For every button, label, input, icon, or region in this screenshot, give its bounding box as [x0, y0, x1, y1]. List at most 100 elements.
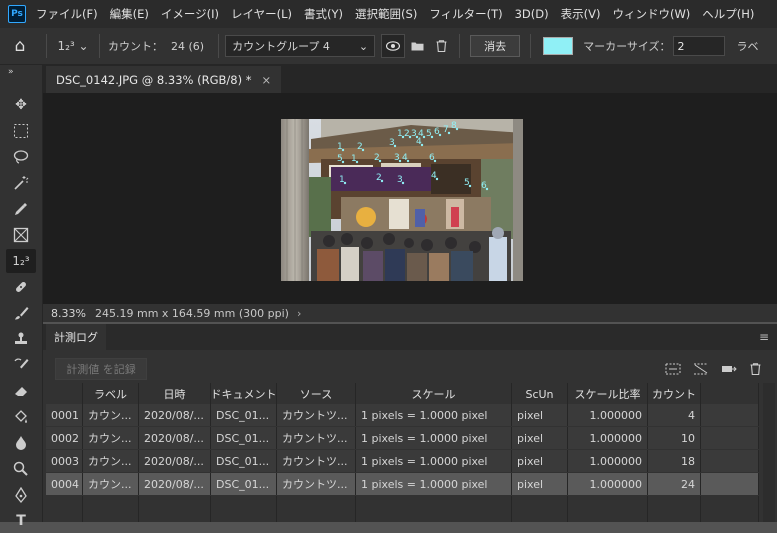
column-header-source[interactable]: ソース — [277, 383, 356, 405]
table-empty-area — [46, 496, 759, 522]
chevron-right-icon[interactable]: › — [297, 307, 301, 320]
menu-file[interactable]: ファイル(F) — [36, 6, 98, 22]
document-tab[interactable]: DSC_0142.JPG @ 8.33% (RGB/8) * × — [46, 66, 282, 93]
clear-button[interactable]: 消去 — [470, 35, 521, 57]
pen-tool-icon[interactable] — [6, 483, 36, 507]
select-all-measurements-icon[interactable] — [663, 360, 683, 378]
menu-image[interactable]: イメージ(I) — [161, 6, 219, 22]
count-marker-label: 5 — [464, 178, 470, 188]
column-header-scale-ratio[interactable]: スケール比率 — [568, 383, 648, 405]
marker-color-swatch[interactable] — [543, 37, 574, 55]
count-marker-label: 4 — [416, 137, 422, 147]
row-document: DSC_01... — [211, 404, 277, 426]
menu-view[interactable]: 表示(V) — [561, 6, 601, 22]
row-label: カウン... — [83, 404, 139, 426]
export-measurements-icon[interactable] — [719, 360, 739, 378]
eyedropper-tool-icon[interactable] — [6, 197, 36, 221]
blur-tool-icon[interactable] — [6, 431, 36, 455]
folder-icon[interactable] — [405, 34, 429, 58]
photoshop-logo: Ps — [8, 5, 26, 23]
row-scale-units: pixel — [512, 450, 568, 472]
count-group-dropdown[interactable]: カウントグループ 4 ⌄ — [225, 35, 376, 57]
row-source: カウントツ... — [277, 404, 356, 426]
divider — [218, 34, 220, 58]
count-marker-label: 1 — [397, 129, 403, 139]
empty-cell — [83, 496, 139, 522]
count-tool-icon[interactable]: 1₂³ — [6, 249, 36, 273]
marker-size-input[interactable]: 2 — [672, 36, 725, 56]
row-label: カウン... — [83, 427, 139, 449]
document-image[interactable]: 123456781234512346123456 — [281, 119, 523, 281]
options-bar: ⌂ 1₂³ ⌄ カウント： 24 (6) カウントグループ 4 ⌄ 消去 マーカ… — [0, 28, 777, 65]
lasso-tool-icon[interactable] — [6, 145, 36, 169]
marquee-tool-icon[interactable] — [6, 119, 36, 143]
menu-window[interactable]: ウィンドウ(W) — [612, 6, 690, 22]
healing-brush-tool-icon[interactable] — [6, 275, 36, 299]
column-header-document[interactable]: ドキュメント — [211, 383, 277, 405]
collapse-toolbar-icon[interactable]: » — [8, 67, 38, 77]
count-marker-label: 2 — [404, 129, 410, 139]
history-brush-tool-icon[interactable] — [6, 353, 36, 377]
magic-wand-tool-icon[interactable] — [6, 171, 36, 195]
row-scale: 1 pixels = 1.0000 pixel — [356, 473, 512, 495]
table-row-selected[interactable]: 0004 カウン... 2020/08/... DSC_01... カウントツ.… — [46, 473, 759, 495]
brush-tool-icon[interactable] — [6, 301, 36, 325]
column-header-scale-units[interactable]: ScUn — [512, 383, 568, 405]
menu-filter[interactable]: フィルター(T) — [429, 6, 502, 22]
home-icon[interactable]: ⌂ — [0, 36, 40, 56]
table-row[interactable]: 0003 カウン... 2020/08/... DSC_01... カウントツ.… — [46, 450, 759, 472]
clone-stamp-tool-icon[interactable] — [6, 327, 36, 351]
row-empty — [701, 473, 759, 495]
frame-tool-icon[interactable] — [6, 223, 36, 247]
table-row[interactable]: 0002 カウン... 2020/08/... DSC_01... カウントツ.… — [46, 427, 759, 449]
table-scrollbar[interactable] — [763, 383, 775, 522]
empty-cell — [568, 496, 648, 522]
column-header-date[interactable]: 日時 — [139, 383, 211, 405]
empty-cell — [701, 496, 759, 522]
menu-type[interactable]: 書式(Y) — [304, 6, 343, 22]
trash-icon[interactable] — [429, 34, 453, 58]
move-tool-icon[interactable]: ✥ — [6, 93, 36, 117]
row-index: 0001 — [46, 404, 83, 426]
menu-help[interactable]: ヘルプ(H) — [702, 6, 754, 22]
empty-cell — [211, 496, 277, 522]
menu-edit[interactable]: 編集(E) — [110, 6, 149, 22]
type-tool-icon[interactable]: T — [6, 509, 36, 533]
close-icon[interactable]: × — [261, 73, 271, 87]
deselect-measurements-icon[interactable] — [691, 360, 711, 378]
empty-cell — [139, 496, 211, 522]
trash-icon[interactable] — [745, 360, 765, 378]
menu-layer[interactable]: レイヤー(L) — [231, 6, 292, 22]
count-tool-preset-icon[interactable]: 1₂³ ⌄ — [53, 34, 93, 58]
row-document: DSC_01... — [211, 473, 277, 495]
column-header-count[interactable]: カウント — [648, 383, 701, 405]
menu-select[interactable]: 選択範囲(S) — [355, 6, 417, 22]
zoom-level[interactable]: 8.33% — [51, 307, 91, 320]
row-index: 0003 — [46, 450, 83, 472]
divider — [459, 34, 461, 58]
visibility-eye-icon[interactable] — [381, 34, 406, 58]
paint-bucket-tool-icon[interactable] — [6, 405, 36, 429]
document-tab-title: DSC_0142.JPG @ 8.33% (RGB/8) * — [56, 72, 252, 87]
row-scale: 1 pixels = 1.0000 pixel — [356, 404, 512, 426]
row-empty — [701, 404, 759, 426]
canvas-area[interactable]: 123456781234512346123456 — [43, 93, 777, 304]
column-header-scale[interactable]: スケール — [356, 383, 512, 405]
count-marker-label: 6 — [434, 127, 440, 137]
count-marker-label: 1 — [337, 142, 343, 152]
eraser-tool-icon[interactable] — [6, 379, 36, 403]
row-empty — [701, 450, 759, 472]
tab-measurement-log[interactable]: 計測ログ — [46, 324, 106, 350]
record-measurements-button[interactable]: 計測値 を記録 — [55, 358, 147, 380]
measurement-log-panel: 計測値 を記録 ラベル 日時 ドキュメント ソース スケール ScUn スケール… — [43, 350, 777, 522]
count-marker-label: 2 — [357, 142, 363, 152]
row-date: 2020/08/... — [139, 473, 211, 495]
column-header-label[interactable]: ラベル — [83, 383, 139, 405]
row-scale-units: pixel — [512, 404, 568, 426]
count-label: カウント： — [108, 40, 163, 53]
row-scale-ratio: 1.000000 — [568, 427, 648, 449]
table-row[interactable]: 0001 カウン... 2020/08/... DSC_01... カウントツ.… — [46, 404, 759, 426]
dodge-tool-icon[interactable] — [6, 457, 36, 481]
menu-3d[interactable]: 3D(D) — [515, 7, 549, 21]
panel-menu-icon[interactable]: ≡ — [759, 330, 769, 344]
